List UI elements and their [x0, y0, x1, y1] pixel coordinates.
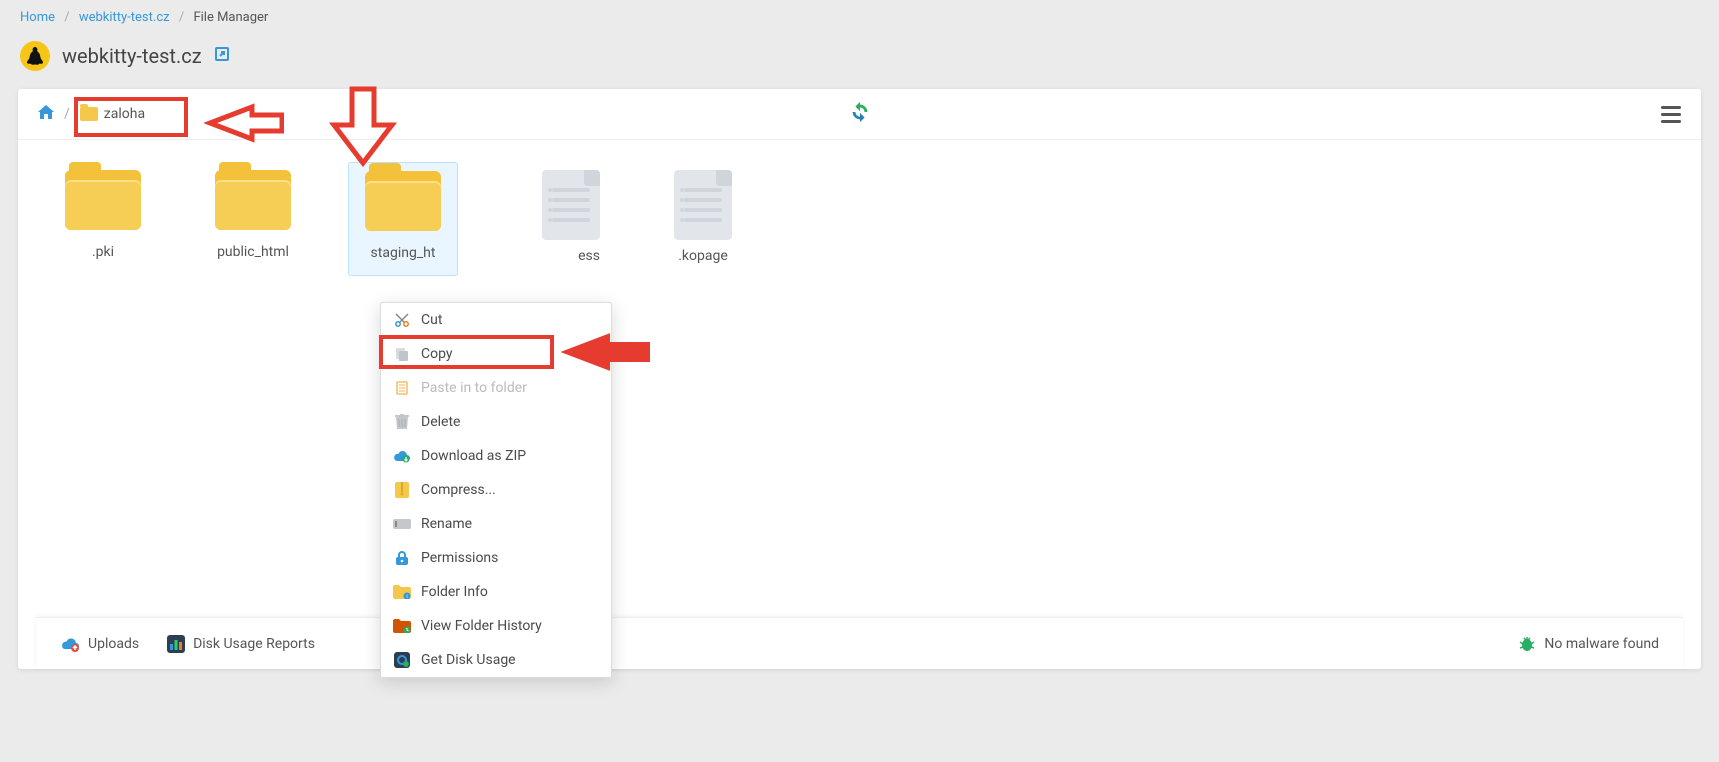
folder-icon — [365, 171, 441, 231]
svg-text:i: i — [406, 594, 407, 599]
uploads-label: Uploads — [88, 636, 139, 652]
ctx-compress[interactable]: Compress... — [381, 473, 611, 507]
history-icon — [393, 617, 411, 635]
ctx-compress-label: Compress... — [421, 482, 496, 498]
disk-icon — [393, 651, 411, 669]
ctx-permissions-label: Permissions — [421, 550, 498, 566]
cloud-download-icon — [393, 447, 411, 465]
folder-icon — [65, 170, 141, 230]
ctx-delete[interactable]: Delete — [381, 405, 611, 439]
ctx-paste-label: Paste in to folder — [421, 380, 527, 396]
ctx-download-zip-label: Download as ZIP — [421, 448, 526, 464]
file-label: public_html — [202, 244, 304, 260]
folder-info-icon: i — [393, 583, 411, 601]
zip-icon — [393, 481, 411, 499]
file-item-file[interactable]: .kopage — [648, 162, 758, 276]
file-label: staging_ht — [353, 245, 453, 261]
ctx-folder-info[interactable]: i Folder Info — [381, 575, 611, 609]
chart-icon — [167, 635, 185, 653]
ctx-disk-usage-label: Get Disk Usage — [421, 652, 516, 668]
ctx-view-history[interactable]: View Folder History — [381, 609, 611, 643]
breadcrumb: Home / webkitty-test.cz / File Manager — [0, 0, 1719, 35]
lock-icon — [393, 549, 411, 567]
os-icon — [20, 41, 50, 71]
file-grid: .pki public_html staging_ht ess .kopage — [18, 140, 1701, 298]
paste-icon — [393, 379, 411, 397]
breadcrumb-current: File Manager — [193, 10, 268, 25]
file-manager-panel: / zaloha .pki public_html — [18, 89, 1701, 669]
malware-status[interactable]: No malware found — [1518, 635, 1659, 653]
bug-icon — [1518, 635, 1536, 653]
refresh-button[interactable] — [849, 101, 871, 127]
ctx-copy[interactable]: Copy — [381, 337, 611, 371]
uploads-button[interactable]: Uploads — [60, 636, 139, 652]
scissors-icon — [393, 311, 411, 329]
file-label: ess — [538, 248, 604, 264]
path-separator: / — [64, 106, 70, 122]
breadcrumb-domain[interactable]: webkitty-test.cz — [79, 10, 170, 25]
folder-icon — [80, 107, 98, 121]
page-title: webkitty-test.cz — [62, 44, 202, 68]
disk-reports-label: Disk Usage Reports — [193, 636, 315, 652]
ctx-folder-info-label: Folder Info — [421, 584, 488, 600]
copy-icon — [393, 345, 411, 363]
menu-icon[interactable] — [1661, 106, 1681, 123]
folder-icon — [215, 170, 291, 230]
external-link-icon[interactable] — [214, 46, 230, 66]
ctx-delete-label: Delete — [421, 414, 460, 430]
cloud-upload-icon — [60, 636, 80, 652]
file-item-file[interactable]: ess — [498, 162, 608, 276]
disk-reports-button[interactable]: Disk Usage Reports — [167, 635, 315, 653]
file-item-folder-selected[interactable]: staging_ht — [348, 162, 458, 276]
path-folder-label: zaloha — [104, 106, 145, 122]
ctx-download-zip[interactable]: Download as ZIP — [381, 439, 611, 473]
malware-label: No malware found — [1544, 636, 1659, 652]
file-icon — [674, 170, 732, 240]
toolbar: / zaloha — [18, 89, 1701, 140]
file-label: .pki — [52, 244, 154, 260]
ctx-disk-usage[interactable]: Get Disk Usage — [381, 643, 611, 677]
ctx-copy-label: Copy — [421, 346, 453, 362]
bottom-bar: Uploads Disk Usage Reports No malware fo… — [36, 617, 1683, 669]
file-item-folder[interactable]: .pki — [48, 162, 158, 276]
trash-icon — [393, 413, 411, 431]
file-item-folder[interactable]: public_html — [198, 162, 308, 276]
ctx-cut-label: Cut — [421, 312, 442, 328]
path-folder[interactable]: zaloha — [80, 106, 145, 122]
home-icon[interactable] — [38, 105, 54, 123]
ctx-rename-label: Rename — [421, 516, 472, 532]
ctx-cut[interactable]: Cut — [381, 303, 611, 337]
rename-icon — [393, 515, 411, 533]
ctx-view-history-label: View Folder History — [421, 618, 542, 634]
context-menu: Cut Copy Paste in to folder Delete Downl… — [380, 302, 612, 678]
ctx-paste: Paste in to folder — [381, 371, 611, 405]
breadcrumb-home[interactable]: Home — [20, 10, 55, 25]
file-icon — [542, 170, 600, 240]
page-header: webkitty-test.cz — [0, 35, 1719, 89]
file-label: .kopage — [652, 248, 754, 264]
ctx-permissions[interactable]: Permissions — [381, 541, 611, 575]
ctx-rename[interactable]: Rename — [381, 507, 611, 541]
